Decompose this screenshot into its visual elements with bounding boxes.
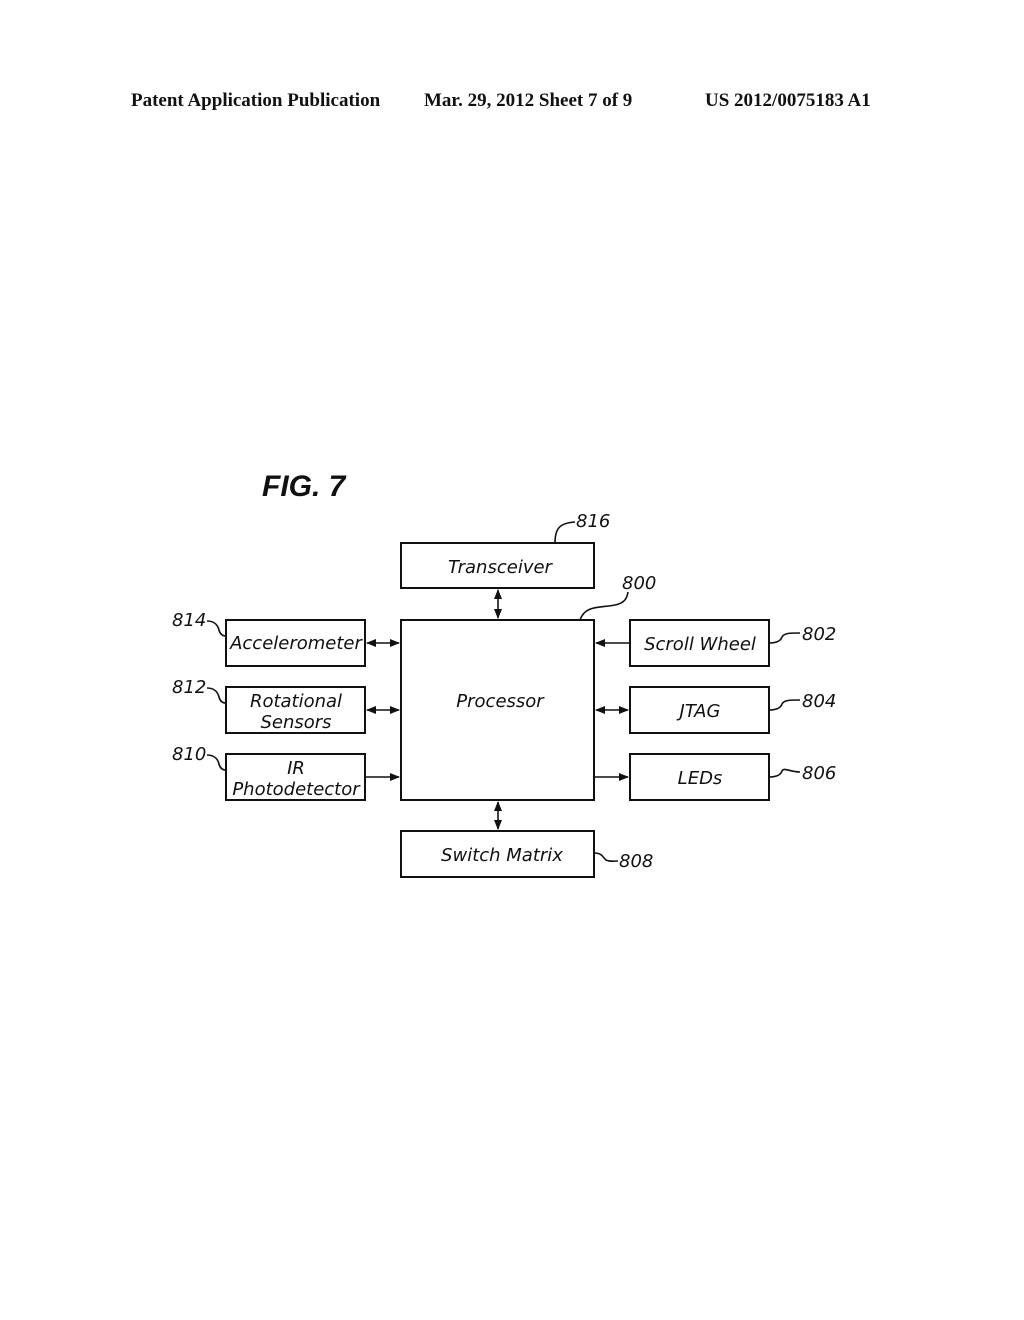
switch-matrix-ref: 808 <box>619 851 653 872</box>
processor-block: Processor 800 <box>400 573 656 801</box>
ir-photodetector-ref: 810 <box>172 744 206 765</box>
scroll-wheel-block: Scroll Wheel 802 <box>629 619 836 667</box>
scroll-wheel-label: Scroll Wheel <box>644 634 756 655</box>
leds-label: LEDs <box>678 768 723 789</box>
scroll-wheel-ref: 802 <box>802 624 836 645</box>
ir-photodetector-leader <box>206 754 227 771</box>
jtag-leader <box>768 699 801 711</box>
jtag-ref: 804 <box>802 691 836 712</box>
accelerometer-block: Accelerometer 814 <box>172 610 366 667</box>
accelerometer-ref: 814 <box>172 610 206 631</box>
transceiver-label: Transceiver <box>448 557 554 578</box>
processor-label: Processor <box>456 691 545 712</box>
switch-matrix-block: Switch Matrix 808 <box>400 830 653 878</box>
processor-ref: 800 <box>622 573 656 594</box>
rotational-sensors-ref: 812 <box>172 677 206 698</box>
block-diagram: Transceiver 816 Processor 800 Accelerome… <box>172 511 836 878</box>
switch-matrix-leader <box>593 852 619 863</box>
accelerometer-label: Accelerometer <box>229 633 363 654</box>
switch-matrix-label: Switch Matrix <box>441 845 563 866</box>
rotational-sensors-label-line1: Rotational <box>250 691 342 712</box>
ir-photodetector-label-line1: IR <box>287 758 305 779</box>
processor-leader <box>579 591 629 621</box>
ir-photodetector-label-line2: Photodetector <box>232 779 361 800</box>
transceiver-block: Transceiver 816 <box>400 511 610 589</box>
rotational-sensors-leader <box>206 687 227 704</box>
accelerometer-leader <box>206 620 227 637</box>
rotational-sensors-label-line2: Sensors <box>260 712 331 733</box>
leds-leader <box>768 768 801 778</box>
transceiver-ref: 816 <box>576 511 610 532</box>
jtag-block: JTAG 804 <box>629 686 836 734</box>
jtag-label: JTAG <box>677 701 721 722</box>
leds-block: LEDs 806 <box>629 753 836 801</box>
transceiver-leader <box>554 521 576 544</box>
ir-photodetector-block: IR Photodetector 810 <box>172 744 366 801</box>
scroll-wheel-leader <box>768 632 801 644</box>
leds-ref: 806 <box>802 763 836 784</box>
rotational-sensors-block: Rotational Sensors 812 <box>172 677 366 734</box>
